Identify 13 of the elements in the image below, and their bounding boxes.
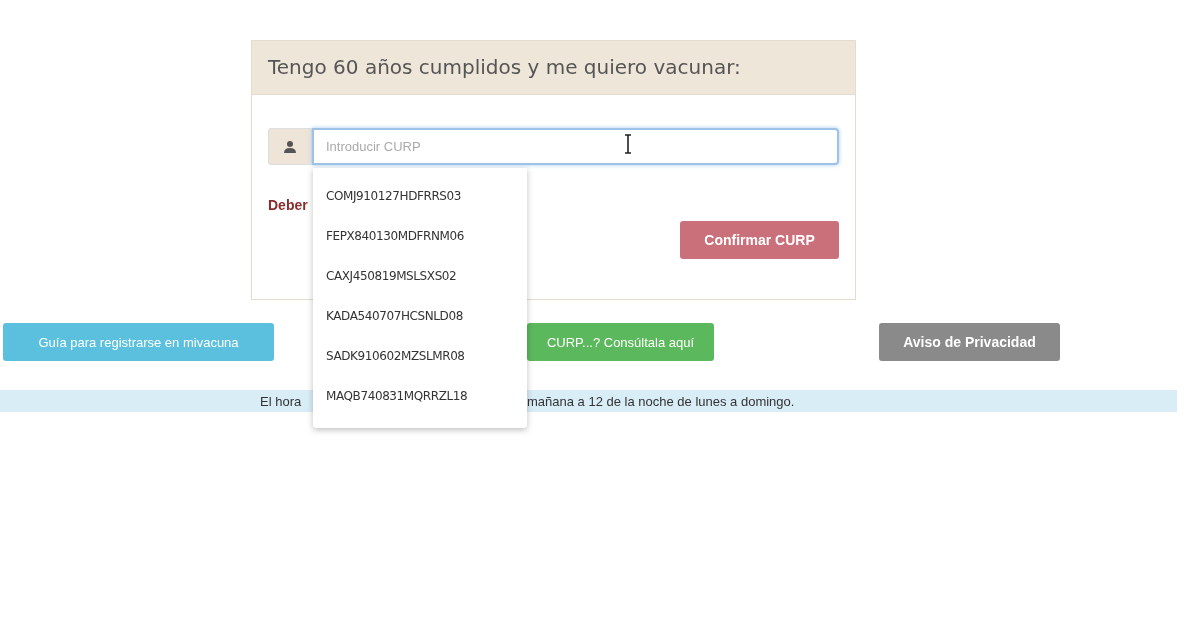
autocomplete-option[interactable]: CAXJ450819MSLSXS02 (313, 256, 527, 296)
person-icon (268, 128, 312, 165)
notice-text: El hora (260, 393, 302, 409)
autocomplete-option[interactable]: MAQB740831MQRRZL18 (313, 376, 527, 416)
text-cursor-icon (624, 134, 632, 154)
autocomplete-option[interactable]: KADA540707HCSNLD08 (313, 296, 527, 336)
card-title: Tengo 60 años cumplidos y me quiero vacunar: (252, 41, 855, 95)
autocomplete-option[interactable]: COMJ910127HDFRRS03 (313, 176, 527, 216)
curp-input-field[interactable]: Introducir CURP (312, 128, 839, 165)
autocomplete-option[interactable]: FEPX840130MDFRNM06 (313, 216, 527, 256)
warning-text: Deber (268, 197, 308, 213)
autocomplete-option[interactable]: SADK910602MZSLMR08 (313, 336, 527, 376)
notice-text: mañana a 12 de la noche de lunes a domingo. (527, 393, 795, 409)
